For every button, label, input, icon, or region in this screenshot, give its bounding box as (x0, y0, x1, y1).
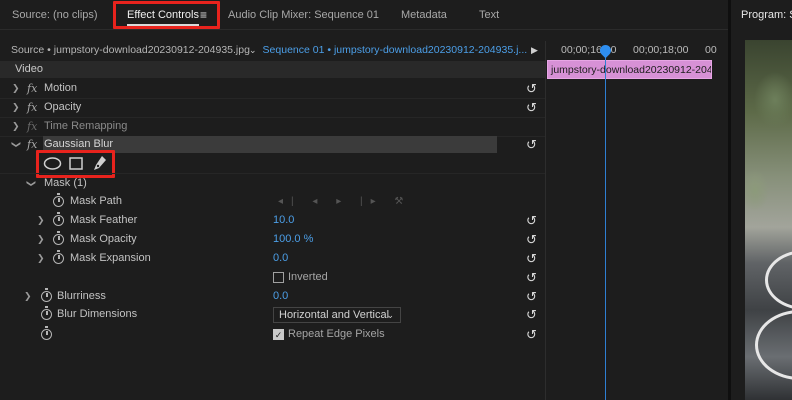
expand-chevron-icon[interactable]: ❯ (12, 98, 20, 117)
source-clip-label: Source • jumpstory-download20230912-2049… (11, 44, 250, 56)
tab-audio-clip-mixer[interactable]: Audio Clip Mixer: Sequence 01 (228, 0, 379, 30)
timeline-clip-label: jumpstory-download20230912-2049 (551, 64, 712, 76)
tab-metadata[interactable]: Metadata (401, 0, 447, 30)
program-monitor-title[interactable]: Program: Seq (741, 0, 792, 30)
ellipse-mask-icon[interactable] (43, 157, 62, 170)
stopwatch-icon[interactable] (53, 231, 64, 245)
fx-toggle-icon[interactable]: fx (27, 135, 37, 154)
tab-source[interactable]: Source: (no clips) (12, 0, 98, 30)
mask-opacity-label: Mask Opacity (70, 233, 137, 245)
program-monitor-panel: Program: Seq (728, 0, 792, 400)
play-only-audio-icon[interactable]: ▶ (531, 41, 538, 59)
stopwatch-icon[interactable] (53, 193, 64, 207)
mask-opacity-row: ❯ Mask Opacity 100.0 % ↺ (0, 230, 545, 249)
expand-chevron-icon[interactable]: ❯ (37, 211, 45, 230)
expand-chevron-icon[interactable]: ❯ (24, 287, 32, 306)
ruler-tick-label: 00;00;18;00 (633, 44, 689, 56)
effect-controls-header: Source • jumpstory-download20230912-2049… (0, 41, 545, 59)
stopwatch-icon[interactable] (41, 326, 52, 340)
mask-path-row: Mask Path ◂| ◂ ▸ |▸ ⚒ (0, 192, 545, 211)
expand-chevron-icon[interactable]: ❯ (12, 117, 20, 136)
pen-mask-icon[interactable] (93, 155, 107, 171)
mask-feather-value[interactable]: 10.0 (273, 211, 294, 230)
effect-gaussian-blur-label: Gaussian Blur (44, 138, 114, 150)
blur-dimensions-row: Blur Dimensions Horizontal and Vertical … (0, 305, 545, 324)
stopwatch-icon[interactable] (41, 288, 52, 302)
fx-toggle-icon[interactable]: fx (27, 98, 37, 117)
blur-dimensions-dropdown[interactable]: Horizontal and Vertical ⌄ (273, 307, 401, 323)
blurriness-row: ❯ Blurriness 0.0 ↺ (0, 287, 545, 306)
repeat-edge-row: ✓ Repeat Edge Pixels ↺ (0, 325, 545, 344)
mask-expansion-label: Mask Expansion (70, 252, 151, 264)
chevron-down-icon: ⌄ (386, 310, 394, 320)
effect-row-time-remapping: ❯ fx Time Remapping (0, 117, 545, 136)
reset-icon[interactable]: ↺ (526, 135, 537, 154)
effect-row-opacity: ❯ fx Opacity ↺ (0, 98, 545, 117)
effect-motion-label: Motion (44, 82, 78, 94)
road-marking (765, 250, 792, 310)
stopwatch-icon[interactable] (41, 306, 52, 320)
mask-title: Mask (1) (44, 177, 87, 189)
inverted-label: Inverted (288, 271, 328, 283)
expand-chevron-icon[interactable]: ❯ (12, 79, 20, 98)
active-tab-underline (127, 24, 199, 26)
timeline-clip[interactable]: jumpstory-download20230912-2049 (547, 60, 712, 79)
road-marking (755, 310, 792, 380)
time-ruler[interactable]: 00;00;16;00 00;00;18;00 00 (546, 41, 718, 59)
tab-text[interactable]: Text (479, 0, 499, 30)
reset-icon[interactable]: ↺ (526, 268, 537, 287)
tab-effect-controls[interactable]: Effect Controls (127, 0, 199, 30)
tab-effect-controls-label: Effect Controls (127, 9, 199, 21)
expand-chevron-icon[interactable]: ❯ (37, 230, 45, 249)
reset-icon[interactable]: ↺ (526, 211, 537, 230)
effect-row-gaussian-blur: ❯ fx Gaussian Blur ↺ (0, 135, 545, 154)
chevron-down-icon: ⌄ (249, 45, 257, 55)
panel-tab-bar: Source: (no clips) Effect Controls ≡ Aud… (0, 0, 728, 30)
mask-path-label: Mask Path (70, 195, 122, 207)
repeat-edge-label: Repeat Edge Pixels (288, 328, 385, 340)
reset-icon[interactable]: ↺ (526, 79, 537, 98)
video-section-header: Video (0, 61, 545, 78)
blurriness-label: Blurriness (57, 290, 106, 302)
reset-icon[interactable]: ↺ (526, 287, 537, 306)
mask-tracking-controls[interactable]: ◂| ◂ ▸ |▸ ⚒ (278, 192, 411, 211)
effect-time-remapping-label: Time Remapping (44, 120, 128, 132)
panel-menu-icon[interactable]: ≡ (200, 0, 207, 30)
effect-row-motion: ❯ fx Motion ↺ (0, 79, 545, 98)
stopwatch-icon[interactable] (53, 250, 64, 264)
mask-expansion-value[interactable]: 0.0 (273, 249, 288, 268)
expand-chevron-icon[interactable]: ❯ (37, 249, 45, 268)
reset-icon[interactable]: ↺ (526, 98, 537, 117)
blur-dimensions-value: Horizontal and Vertical (279, 309, 390, 321)
mask-feather-row: ❯ Mask Feather 10.0 ↺ (0, 211, 545, 230)
reset-icon[interactable]: ↺ (526, 249, 537, 268)
reset-icon[interactable]: ↺ (526, 230, 537, 249)
blurriness-value[interactable]: 0.0 (273, 287, 288, 306)
rectangle-mask-icon[interactable] (69, 157, 83, 170)
mask-feather-label: Mask Feather (70, 214, 138, 226)
ruler-tick-label: 00 (705, 44, 717, 56)
video-section-label: Video (15, 63, 43, 75)
panel-divider[interactable] (545, 41, 546, 400)
mask-row: ❯ Mask (1) (0, 174, 545, 193)
effect-opacity-label: Opacity (44, 101, 82, 113)
reset-icon[interactable]: ↺ (526, 305, 537, 324)
blur-dimensions-label: Blur Dimensions (57, 308, 138, 320)
sequence-selector-label: Sequence 01 • jumpstory-download20230912… (262, 44, 528, 56)
reset-icon[interactable]: ↺ (526, 325, 537, 344)
mask-inverted-row: Inverted ↺ (0, 268, 545, 287)
inverted-checkbox[interactable] (273, 272, 284, 283)
collapse-chevron-icon[interactable]: ❯ (6, 141, 25, 149)
sequence-selector[interactable]: ⌄ Sequence 01 • jumpstory-download2023091… (249, 41, 527, 59)
program-preview-image (745, 40, 792, 400)
stopwatch-icon[interactable] (53, 212, 64, 226)
mask-opacity-value[interactable]: 100.0 % (273, 230, 313, 249)
repeat-edge-checkbox[interactable]: ✓ (273, 329, 284, 340)
fx-toggle-icon: fx (27, 120, 38, 133)
fx-toggle-icon[interactable]: fx (27, 79, 37, 98)
collapse-chevron-icon[interactable]: ❯ (21, 180, 40, 188)
mask-expansion-row: ❯ Mask Expansion 0.0 ↺ (0, 249, 545, 268)
playhead-line[interactable] (605, 54, 606, 400)
